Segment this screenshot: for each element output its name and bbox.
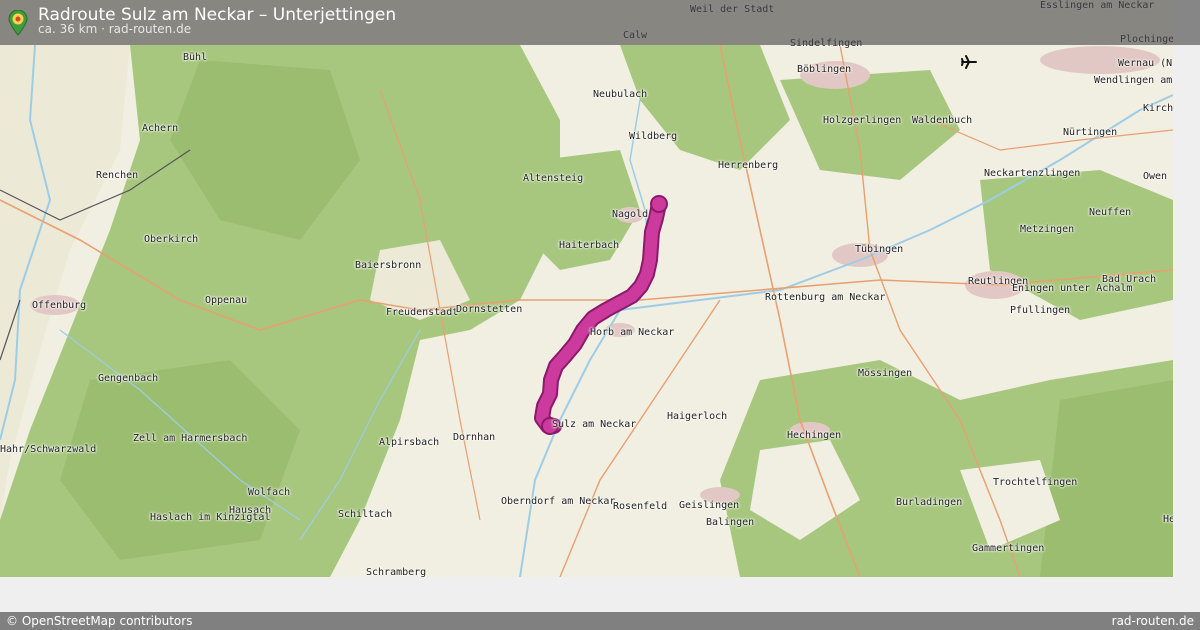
place-label: Dornhan bbox=[453, 432, 496, 443]
place-label: Haiterbach bbox=[559, 240, 620, 251]
place-label: Wernau (N bbox=[1118, 58, 1173, 69]
place-label: Pfullingen bbox=[1010, 305, 1071, 316]
place-label: Hahr/Schwarzwald bbox=[0, 444, 97, 455]
place-label: Balingen bbox=[706, 517, 755, 528]
place-label: Sulz am Neckar bbox=[552, 419, 637, 430]
place-label: Eningen unter Achalm bbox=[1012, 283, 1133, 294]
place-label: Waldenbuch bbox=[912, 115, 973, 126]
place-label: Tübingen bbox=[855, 244, 904, 255]
airplane-icon bbox=[961, 55, 977, 69]
place-label: Gengenbach bbox=[98, 373, 159, 384]
place-label: Oberndorf am Neckar bbox=[501, 496, 616, 507]
place-label: Herrenberg bbox=[718, 160, 779, 171]
header-bar: Radroute Sulz am Neckar – Unterjettingen… bbox=[0, 0, 1200, 45]
place-label: Alpirsbach bbox=[379, 437, 440, 448]
place-label: Nürtingen bbox=[1063, 127, 1118, 138]
osm-attribution-link[interactable]: © OpenStreetMap contributors bbox=[6, 613, 192, 629]
place-label: Hechingen bbox=[787, 430, 842, 441]
place-label: Trochtelfingen bbox=[993, 477, 1078, 488]
route-path[interactable] bbox=[536, 198, 665, 432]
place-label: Achern bbox=[142, 123, 179, 134]
place-label: Nagold bbox=[612, 209, 649, 220]
place-label: Burladingen bbox=[896, 497, 963, 508]
place-label: Mössingen bbox=[858, 368, 913, 379]
place-label: Gammertingen bbox=[972, 543, 1045, 554]
place-label: Rottenburg am Neckar bbox=[765, 292, 886, 303]
place-label: Oppenau bbox=[205, 295, 248, 306]
place-label: Holzgerlingen bbox=[823, 115, 902, 126]
place-label: Neckartenzlingen bbox=[984, 168, 1081, 179]
place-label: Rosenfeld bbox=[613, 501, 668, 512]
place-label: Schiltach bbox=[338, 509, 393, 520]
place-label: Dornstetten bbox=[456, 304, 523, 315]
place-label: Horb am Neckar bbox=[590, 327, 675, 338]
place-label: Neubulach bbox=[593, 89, 648, 100]
place-label: Neuffen bbox=[1089, 207, 1132, 218]
place-label: Zell am Harmersbach bbox=[133, 433, 248, 444]
place-label: Wendlingen am Neckar bbox=[1094, 75, 1173, 86]
place-label: Haslach im Kinzigtal bbox=[150, 512, 271, 523]
footer-bar: © OpenStreetMap contributors rad-routen.… bbox=[0, 612, 1200, 630]
place-label: Offenburg bbox=[32, 300, 87, 311]
place-label: Wildberg bbox=[629, 131, 678, 142]
site-credit-link[interactable]: rad-routen.de bbox=[1112, 613, 1194, 629]
place-label: Kirch bbox=[1143, 103, 1173, 114]
place-label: Schramberg bbox=[366, 567, 427, 577]
place-label: Oberkirch bbox=[144, 234, 199, 245]
place-label: Renchen bbox=[96, 170, 139, 181]
place-label: Böblingen bbox=[797, 64, 852, 75]
map-canvas[interactable]: Weil der StadtEsslingen am NeckarCalwSin… bbox=[0, 0, 1173, 577]
place-label: Bühl bbox=[183, 52, 208, 63]
place-label: Metzingen bbox=[1020, 224, 1075, 235]
place-label: Wolfach bbox=[248, 487, 291, 498]
place-label: Haigerloch bbox=[667, 411, 728, 422]
place-label: Baiersbronn bbox=[355, 260, 422, 271]
place-label: Hei bbox=[1163, 514, 1173, 525]
place-label: Geislingen bbox=[679, 500, 740, 511]
route-layer bbox=[534, 195, 668, 435]
map-pin-icon bbox=[8, 10, 28, 36]
route-subtitle: ca. 36 km · rad-routen.de bbox=[38, 22, 192, 36]
place-label: Owen bbox=[1143, 171, 1168, 182]
place-label: Freudenstadt bbox=[386, 307, 459, 318]
route-start-marker[interactable] bbox=[650, 195, 668, 213]
place-label: Altensteig bbox=[523, 173, 584, 184]
